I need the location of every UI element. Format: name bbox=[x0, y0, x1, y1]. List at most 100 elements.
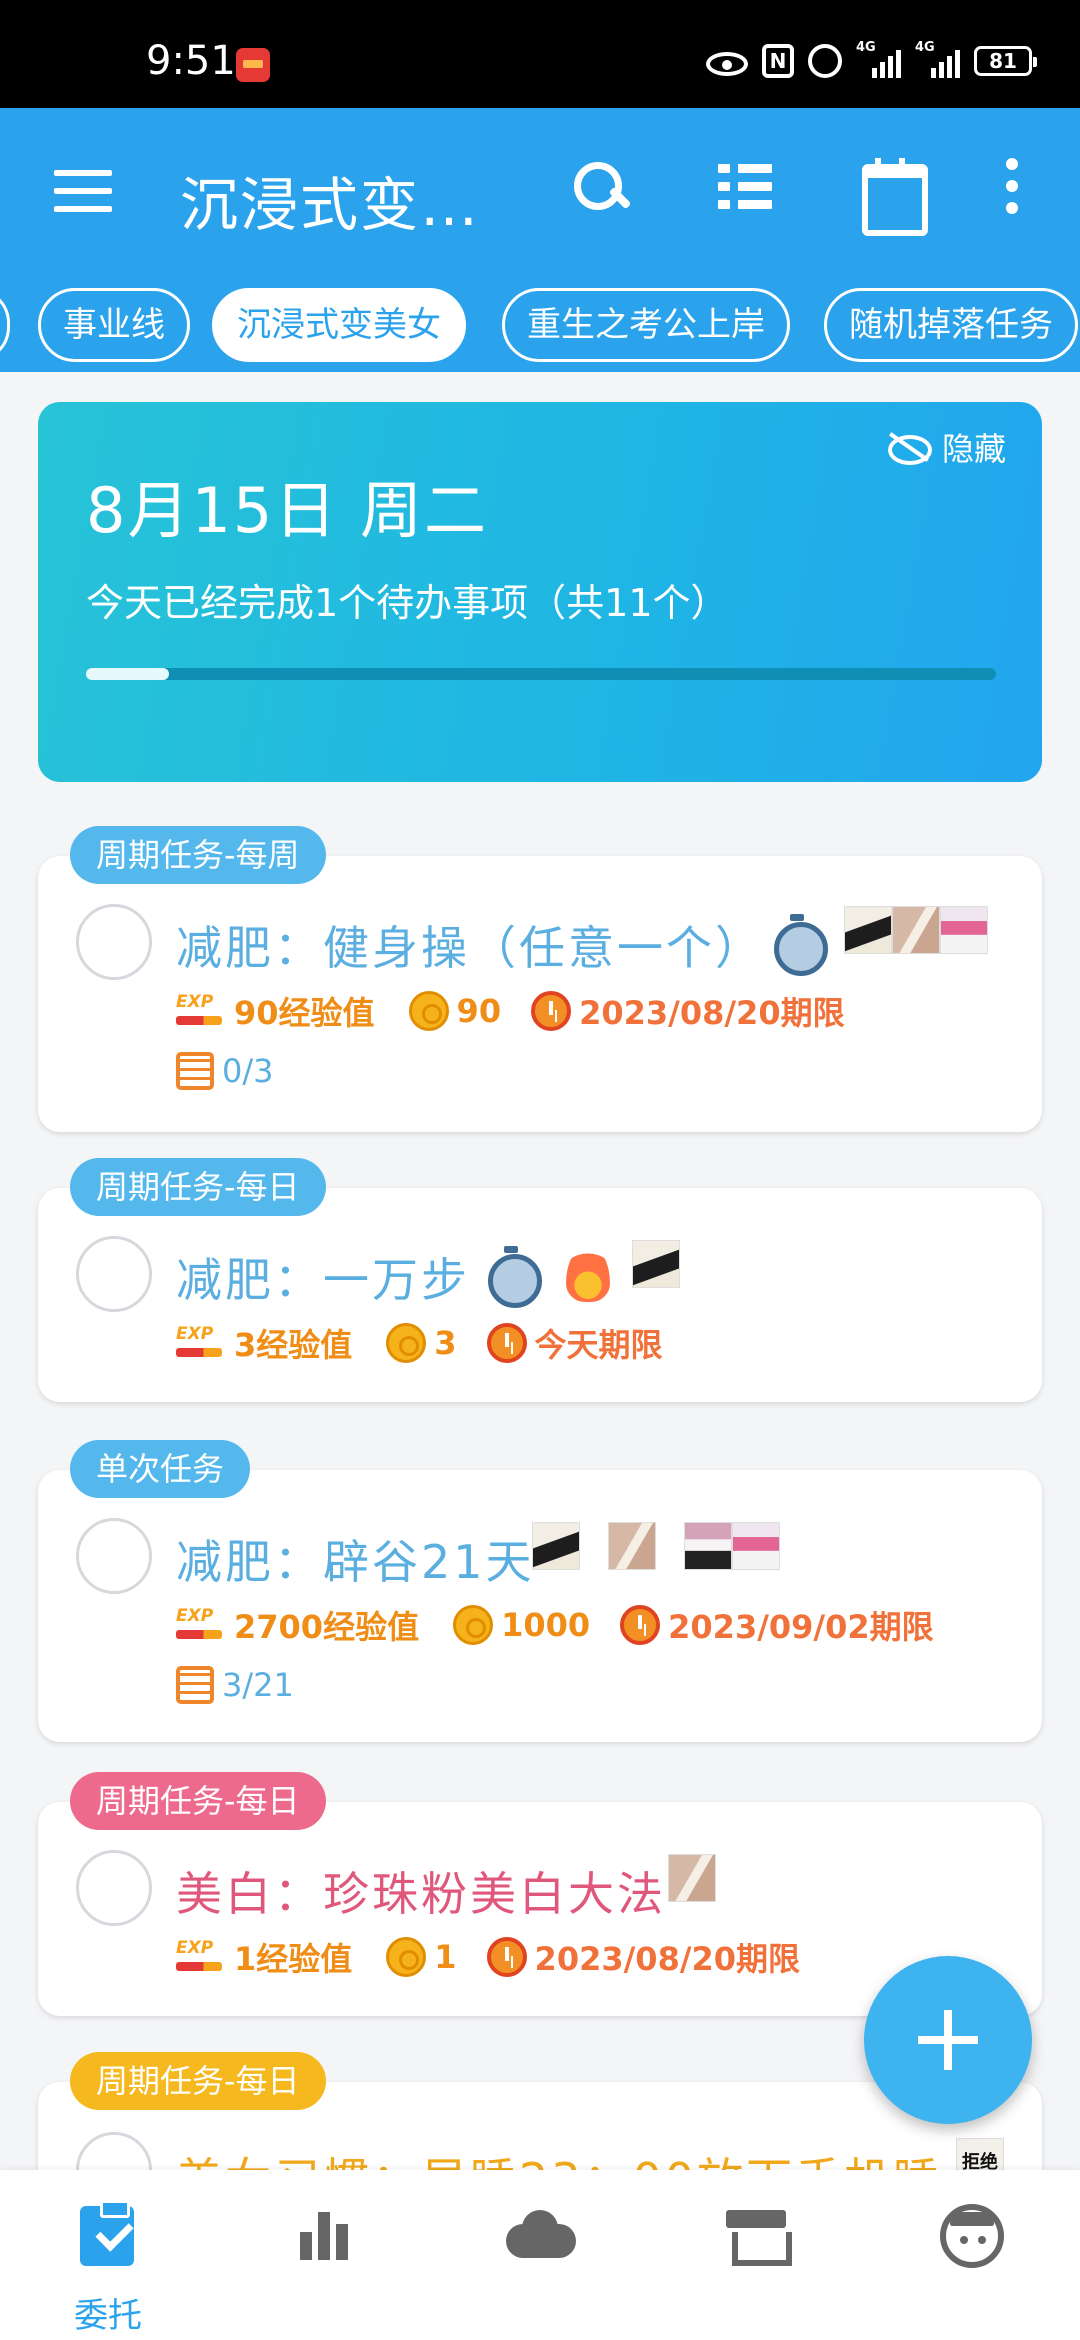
nav-cloud[interactable] bbox=[432, 2170, 648, 2340]
coin-value: 90 bbox=[456, 992, 502, 1030]
nav-stats[interactable] bbox=[216, 2170, 432, 2340]
exp-value: 3经验值 bbox=[234, 1326, 353, 1364]
photo-thumbnail bbox=[892, 906, 940, 954]
signal-icon-2: 4G bbox=[915, 40, 960, 78]
chip-random[interactable]: 随机掉落任务 bbox=[824, 288, 1078, 362]
cloud-icon bbox=[502, 2204, 576, 2268]
summary-card: 隐藏 8月15日 周二 今天已经完成1个待办事项（共11个） bbox=[38, 402, 1042, 782]
task-type-tag: 单次任务 bbox=[70, 1440, 251, 1498]
exp-icon bbox=[176, 1324, 228, 1362]
photo-thumbnail bbox=[532, 1522, 580, 1570]
progress-bar bbox=[86, 668, 996, 680]
signal-icon: 4G bbox=[856, 40, 901, 78]
task-title: 减肥：辟谷21天 bbox=[176, 1535, 535, 1589]
photo-thumbnail bbox=[632, 1240, 680, 1288]
coin-icon bbox=[453, 1605, 494, 1645]
progress-fill bbox=[86, 668, 169, 680]
task-meta: 90经验值 90 2023/08/20期限 bbox=[176, 988, 845, 1034]
eye-icon bbox=[706, 51, 748, 76]
more-options-icon[interactable] bbox=[1000, 158, 1024, 218]
deadline: 2023/08/20期限 bbox=[534, 1940, 801, 1978]
task-title: 减肥：一万步 bbox=[176, 1253, 470, 1307]
abacus-icon bbox=[176, 1666, 214, 1704]
coin-value: 1 bbox=[434, 1938, 457, 1976]
hide-label: 隐藏 bbox=[941, 430, 1006, 468]
photo-thumbnail bbox=[940, 906, 988, 954]
date-text: 8月15日 周二 bbox=[86, 474, 489, 547]
exp-value: 2700经验值 bbox=[234, 1608, 420, 1646]
photo-thumbnail bbox=[668, 1854, 716, 1902]
deadline: 2023/08/20期限 bbox=[579, 994, 845, 1032]
fire-icon bbox=[566, 1246, 610, 1302]
clock-icon bbox=[486, 1937, 527, 1977]
timer-icon bbox=[772, 914, 828, 976]
clock-icon bbox=[620, 1605, 661, 1645]
nav-profile[interactable] bbox=[864, 2170, 1080, 2340]
chip-exam[interactable]: 重生之考公上岸 bbox=[502, 288, 790, 362]
task-title: 美白：珍珠粉美白大法 bbox=[176, 1867, 666, 1921]
list-view-icon[interactable] bbox=[714, 158, 774, 218]
battery-icon: 81 bbox=[974, 46, 1037, 76]
photo-thumbnail bbox=[732, 1522, 780, 1570]
coin-icon bbox=[386, 1937, 427, 1977]
task-type-tag: 周期任务-每日 bbox=[70, 2052, 326, 2110]
bottom-nav: 委托 bbox=[0, 2170, 1080, 2340]
task-card[interactable]: 减肥：健身操（任意一个） 90经验值 90 2023/08/20期限 0/3 bbox=[38, 856, 1042, 1132]
search-icon[interactable] bbox=[570, 158, 630, 218]
nav-delegate[interactable]: 委托 bbox=[0, 2170, 216, 2340]
exp-value: 1经验值 bbox=[234, 1940, 353, 1978]
complete-checkbox[interactable] bbox=[76, 904, 152, 980]
exp-icon bbox=[176, 1938, 228, 1976]
task-meta: 1经验值 1 2023/08/20期限 bbox=[176, 1934, 800, 1980]
task-type-tag: 周期任务-每周 bbox=[70, 826, 326, 884]
eye-off-icon bbox=[887, 433, 932, 465]
exp-icon bbox=[176, 992, 228, 1030]
face-icon bbox=[940, 2204, 1004, 2268]
timer-icon bbox=[486, 1246, 542, 1308]
coin-icon bbox=[408, 991, 449, 1031]
add-task-button[interactable] bbox=[864, 1956, 1032, 2124]
status-bar: 9:51 N 4G 4G 81 bbox=[0, 0, 1080, 108]
task-title: 减肥：健身操（任意一个） bbox=[176, 921, 764, 975]
nav-label: 委托 bbox=[74, 2296, 142, 2336]
coin-value: 3 bbox=[434, 1324, 457, 1362]
chip-beauty[interactable]: 沉浸式变美女 bbox=[212, 288, 466, 362]
task-card[interactable]: 减肥：辟谷21天 2700经验值 1000 2023/09/02期限 3/21 bbox=[38, 1470, 1042, 1742]
alarm-icon bbox=[808, 44, 842, 78]
page-title: 沉浸式变… bbox=[180, 171, 481, 239]
nav-store[interactable] bbox=[648, 2170, 864, 2340]
photo-thumbnail bbox=[684, 1522, 732, 1570]
chip-offscreen[interactable] bbox=[0, 288, 10, 362]
complete-checkbox[interactable] bbox=[76, 1236, 152, 1312]
hide-button[interactable]: 隐藏 bbox=[887, 424, 1006, 470]
complete-checkbox[interactable] bbox=[76, 1518, 152, 1594]
task-progress: 3/21 bbox=[176, 1666, 294, 1704]
clock-icon bbox=[486, 1323, 527, 1363]
calendar-icon[interactable] bbox=[860, 158, 928, 236]
nfc-icon: N bbox=[762, 44, 794, 78]
coin-value: 1000 bbox=[501, 1606, 591, 1644]
abacus-icon bbox=[176, 1052, 214, 1090]
notification-app-icon bbox=[236, 48, 270, 82]
status-icons: N 4G 4G 81 bbox=[706, 40, 1037, 78]
category-chips: 事业线 沉浸式变美女 重生之考公上岸 随机掉落任务 bbox=[0, 288, 1080, 364]
photo-thumbnail bbox=[844, 906, 892, 954]
task-card[interactable]: 减肥：一万步 3经验值 3 今天期限 bbox=[38, 1188, 1042, 1402]
status-time: 9:51 bbox=[146, 38, 236, 84]
photo-thumbnail bbox=[608, 1522, 656, 1570]
completion-text: 今天已经完成1个待办事项（共11个） bbox=[86, 581, 729, 625]
clock-icon bbox=[531, 991, 572, 1031]
task-progress: 0/3 bbox=[176, 1052, 274, 1090]
progress-count: 0/3 bbox=[222, 1052, 274, 1090]
chip-career[interactable]: 事业线 bbox=[38, 288, 190, 362]
exp-value: 90经验值 bbox=[234, 994, 375, 1032]
clipboard-check-icon bbox=[80, 2200, 134, 2266]
task-meta: 2700经验值 1000 2023/09/02期限 bbox=[176, 1602, 934, 1648]
store-icon bbox=[724, 2204, 792, 2268]
menu-icon[interactable] bbox=[54, 170, 112, 212]
complete-checkbox[interactable] bbox=[76, 1850, 152, 1926]
task-type-tag: 周期任务-每日 bbox=[70, 1158, 326, 1216]
deadline: 今天期限 bbox=[534, 1326, 663, 1364]
bar-chart-icon bbox=[292, 2204, 356, 2268]
progress-count: 3/21 bbox=[222, 1666, 294, 1704]
